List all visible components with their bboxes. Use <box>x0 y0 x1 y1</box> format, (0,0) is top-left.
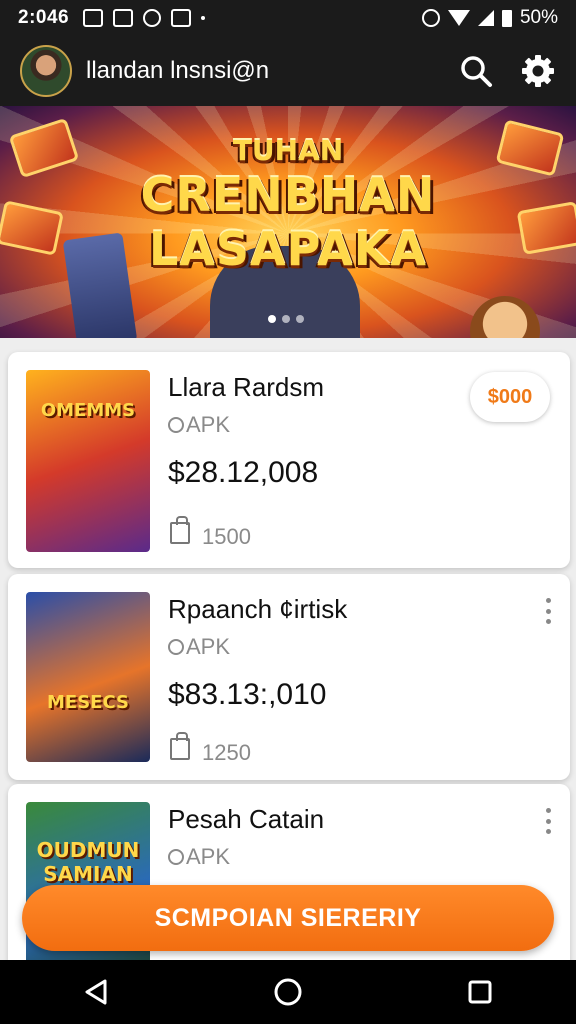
apk-icon <box>168 639 184 655</box>
banner-title-line3: LASAPAKA <box>149 222 427 276</box>
image-notification-icon <box>113 9 134 27</box>
wifi-icon <box>447 10 470 26</box>
item-title: Rpaanch ¢irtisk <box>168 594 348 624</box>
more-vert-icon[interactable] <box>544 808 552 834</box>
item-type: APK <box>168 844 230 870</box>
item-title: Llara Rardsm <box>168 372 325 402</box>
recents-icon <box>468 980 492 1004</box>
notification-icon <box>83 9 104 27</box>
item-type-label: APK <box>186 412 231 437</box>
item-type-label: APK <box>186 634 231 659</box>
app-title: llandan lnsnsi@n <box>86 57 270 84</box>
back-icon <box>85 979 107 1005</box>
avatar[interactable] <box>20 45 72 97</box>
notification-icons <box>83 9 206 27</box>
home-icon <box>274 978 302 1006</box>
list-item[interactable]: OMEMMS Llara Rardsm APK $28.12,008 1500 … <box>8 352 570 568</box>
home-button[interactable] <box>268 972 308 1012</box>
system-nav-bar <box>0 960 576 1024</box>
system-icons: 50% <box>421 7 558 29</box>
page-dot[interactable] <box>282 315 290 323</box>
package-icon <box>170 516 190 544</box>
item-count: 1500 <box>202 524 251 549</box>
battery-percent: 50% <box>519 7 558 28</box>
settings-icon <box>522 55 554 87</box>
status-time: 2:046 <box>18 7 70 28</box>
item-type: APK <box>168 412 230 438</box>
thumbnail-title: OUDMUN SAMIAN <box>36 838 140 886</box>
thumbnail-title: OMEMMS <box>40 400 136 421</box>
alarm-icon <box>421 9 440 27</box>
page-dot[interactable] <box>296 315 304 323</box>
battery-icon <box>501 9 512 27</box>
item-title: Pesah Catain <box>168 804 325 834</box>
app-notification-icon <box>143 9 162 27</box>
item-type-label: APK <box>186 844 231 869</box>
status-bar: 2:046 50% <box>0 0 576 36</box>
item-price: $83.13:,010 <box>168 678 327 711</box>
item-thumbnail: OMEMMS <box>26 370 150 552</box>
apk-icon <box>168 417 184 433</box>
thumbnail-title: MESECS <box>47 692 129 713</box>
item-type: APK <box>168 634 230 660</box>
more-vert-icon[interactable] <box>544 598 552 624</box>
banner-title-line2: CRENBHAN <box>140 168 436 222</box>
back-button[interactable] <box>76 972 116 1012</box>
price-button[interactable]: $000 <box>470 372 550 422</box>
package-icon <box>170 732 190 760</box>
item-price: $28.12,008 <box>168 456 319 489</box>
page-dot[interactable] <box>268 315 276 323</box>
settings-button[interactable] <box>520 53 556 89</box>
app-bar: llandan lnsnsi@n <box>0 36 576 106</box>
banner-title-line1: TUHAN <box>232 134 344 167</box>
recents-button[interactable] <box>460 972 500 1012</box>
app-list: OMEMMS Llara Rardsm APK $28.12,008 1500 … <box>0 338 576 960</box>
more-notifications-icon <box>201 16 206 20</box>
banner-page-indicator <box>268 315 304 323</box>
promo-banner[interactable]: TUHAN CRENBHAN LASAPAKA <box>0 106 576 338</box>
item-count: 1250 <box>202 740 251 765</box>
search-icon <box>461 56 492 87</box>
item-thumbnail: MESECS <box>26 592 150 762</box>
video-notification-icon <box>171 9 192 27</box>
signal-icon <box>477 10 494 26</box>
app-actions <box>458 53 556 89</box>
primary-action-button[interactable]: SCMPOIAN SIERERIY <box>22 885 554 951</box>
apk-icon <box>168 849 184 865</box>
search-button[interactable] <box>458 53 494 89</box>
list-item[interactable]: MESECS Rpaanch ¢irtisk APK $83.13:,010 1… <box>8 574 570 780</box>
